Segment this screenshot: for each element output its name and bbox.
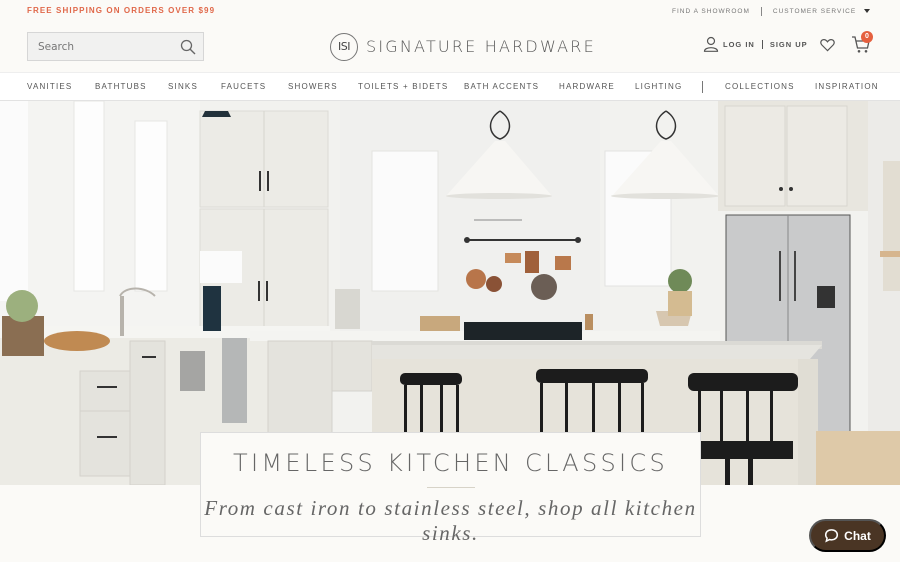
hero-subtitle: From cast iron to stainless steel, shop …: [204, 496, 697, 545]
nav-item-toilets-bidets[interactable]: TOILETS + BIDETS: [358, 82, 448, 91]
nav-item-faucets[interactable]: FAUCETS: [221, 82, 266, 91]
utility-bar: FREE SHIPPING ON ORDERS OVER $99 FIND A …: [0, 0, 900, 22]
nav-item-bathtubs[interactable]: BATHTUBS: [95, 82, 147, 91]
nav-item-vanities[interactable]: VANITIES: [27, 82, 72, 91]
wishlist-heart-icon[interactable]: [820, 38, 835, 52]
caption-divider: [426, 487, 475, 488]
nav-item-sinks[interactable]: SINKS: [168, 82, 198, 91]
account-divider: [761, 39, 763, 49]
nav-item-inspiration[interactable]: INSPIRATION: [815, 82, 879, 91]
site-header: ISI SIGNATURE HARDWARE LOG IN SIGN UP 0: [0, 22, 900, 72]
chat-button[interactable]: Chat: [809, 519, 886, 552]
main-nav: VANITIES BATHTUBS SINKS FAUCETS SHOWERS …: [0, 72, 900, 101]
nav-item-hardware[interactable]: HARDWARE: [559, 82, 615, 91]
find-showroom-link[interactable]: FIND A SHOWROOM: [672, 8, 750, 15]
free-shipping-promo[interactable]: FREE SHIPPING ON ORDERS OVER $99: [27, 6, 215, 15]
search-box: [27, 32, 204, 61]
user-icon[interactable]: [703, 36, 719, 52]
nav-item-lighting[interactable]: LIGHTING: [635, 82, 682, 91]
account-links: LOG IN SIGN UP: [703, 36, 808, 52]
hero-title: TIMELESS KITCHEN CLASSICS: [233, 449, 668, 477]
customer-service-label: CUSTOMER SERVICE: [772, 8, 857, 15]
hero-kitchen-image: [0, 101, 900, 485]
nav-item-bath-accents[interactable]: BATH ACCENTS: [464, 82, 539, 91]
search-input[interactable]: [38, 40, 168, 54]
chat-bubble-icon: [825, 529, 839, 543]
nav-divider: [702, 81, 703, 93]
search-icon[interactable]: [180, 39, 196, 55]
nav-item-collections[interactable]: COLLECTIONS: [725, 82, 795, 91]
cart-count-badge: 0: [861, 31, 873, 43]
logo-wordmark: SIGNATURE HARDWARE: [366, 37, 596, 56]
caret-down-icon: [864, 9, 870, 13]
site-logo[interactable]: ISI SIGNATURE HARDWARE: [330, 32, 596, 61]
nav-item-showers[interactable]: SHOWERS: [288, 82, 338, 91]
sign-up-link[interactable]: SIGN UP: [770, 40, 808, 49]
logo-mark: ISI: [330, 32, 358, 61]
utility-divider: [760, 7, 762, 16]
hero-banner[interactable]: [0, 101, 900, 485]
hero-caption-card[interactable]: TIMELESS KITCHEN CLASSICS From cast iron…: [200, 432, 701, 545]
customer-service-dropdown[interactable]: CUSTOMER SERVICE: [773, 8, 870, 15]
log-in-link[interactable]: LOG IN: [723, 40, 755, 49]
chat-label: Chat: [844, 528, 871, 543]
